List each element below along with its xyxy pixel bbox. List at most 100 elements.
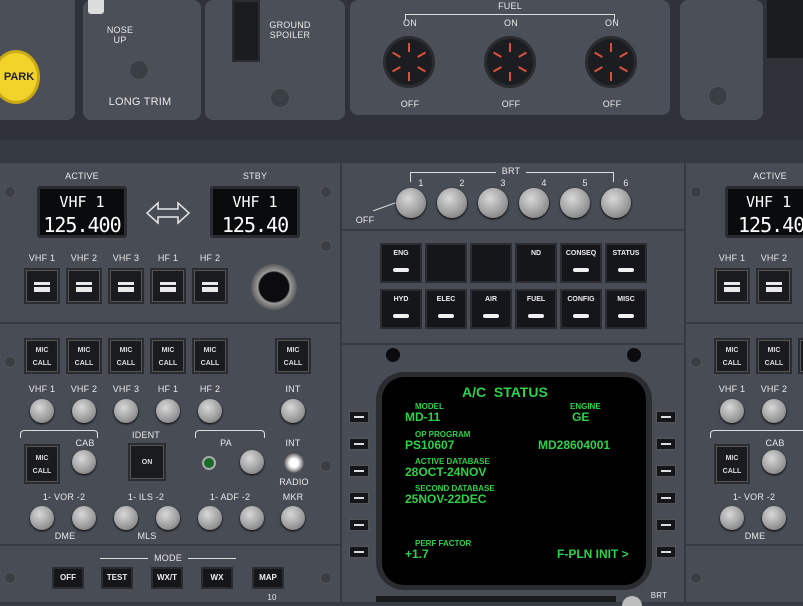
mode-map-button[interactable]: MAP — [252, 567, 284, 589]
right-vhf1-volume-knob[interactable] — [720, 399, 744, 423]
lsk-left-2[interactable] — [349, 438, 369, 450]
ecp-hyd-button[interactable]: HYD — [380, 289, 422, 329]
stby-frequency: 125.40 — [221, 213, 289, 237]
lsk-right-4[interactable] — [656, 492, 676, 504]
mic-call-hf2[interactable]: MIC CALL — [192, 338, 228, 374]
ecp-elec-button[interactable]: ELEC — [425, 289, 467, 329]
hf2-volume-knob[interactable] — [198, 399, 222, 423]
hf1-select-button[interactable] — [150, 268, 186, 304]
lsk-left-4[interactable] — [349, 492, 369, 504]
transfer-swap-icon[interactable] — [145, 200, 191, 226]
right-vhf2-volume-knob[interactable] — [762, 399, 786, 423]
ident-on-button[interactable]: ON — [128, 443, 166, 481]
ecp-conseq-button[interactable]: CONSEQ — [560, 243, 602, 283]
right-mic-call-vhf2[interactable]: MIC CALL — [756, 338, 792, 374]
brt-num-2: 2 — [459, 178, 465, 188]
vor1-volume-knob[interactable] — [30, 506, 54, 530]
mic-call-vhf2[interactable]: MIC CALL — [66, 338, 102, 374]
right-mic-call-vhf1[interactable]: MIC CALL — [714, 338, 750, 374]
fuel-on-3: ON — [605, 18, 619, 28]
perf-factor-value: +1.7 — [405, 547, 429, 561]
mcdu-hole-left — [386, 348, 400, 362]
fuel-knob-1[interactable] — [383, 36, 435, 88]
mode-off-button[interactable]: OFF — [52, 567, 84, 589]
lsk-right-2[interactable] — [656, 438, 676, 450]
vor2-volume-knob[interactable] — [72, 506, 96, 530]
spoiler-handle-slot[interactable] — [232, 0, 260, 62]
brt-knob-3[interactable] — [478, 188, 508, 218]
lsk-left-6[interactable] — [349, 546, 369, 558]
right-vor-label: 1- VOR -2 — [732, 492, 776, 502]
adf2-volume-knob[interactable] — [240, 506, 264, 530]
cab-volume-knob[interactable] — [72, 450, 96, 474]
top-right-slot — [767, 0, 803, 58]
pa-status-light — [202, 456, 216, 470]
pa-volume-knob[interactable] — [240, 450, 264, 474]
vhf2-select-button[interactable] — [66, 268, 102, 304]
ils2-volume-knob[interactable] — [156, 506, 180, 530]
adf1-volume-knob[interactable] — [198, 506, 222, 530]
brt-knob-2[interactable] — [437, 188, 467, 218]
radio-label: RADIO — [279, 477, 309, 487]
int-radio-toggle[interactable] — [284, 453, 304, 473]
hf1-volume-knob[interactable] — [156, 399, 180, 423]
ecp-nd-button[interactable]: ND — [515, 243, 557, 283]
vhf1-volume-knob[interactable] — [30, 399, 54, 423]
right-vhf1-select-button[interactable] — [714, 268, 750, 304]
mic-call-int[interactable]: MIC CALL — [275, 338, 311, 374]
fpln-init-prompt[interactable]: F-PLN INIT > — [557, 548, 629, 561]
right-mic-call-partial[interactable] — [798, 338, 803, 374]
mic-call-vhf1[interactable]: MIC CALL — [24, 338, 60, 374]
fuel-knob-2[interactable] — [484, 36, 536, 88]
vhf2-volume-knob[interactable] — [72, 399, 96, 423]
int-volume-knob[interactable] — [281, 399, 305, 423]
hf2-select-button[interactable] — [192, 268, 228, 304]
ecp-misc-button[interactable]: MISC — [605, 289, 647, 329]
mode-test-button[interactable]: TEST — [101, 567, 133, 589]
mic-call-cab[interactable]: MIC CALL — [24, 444, 60, 484]
ecp-blank-button-1[interactable] — [425, 243, 467, 283]
mkr-volume-knob[interactable] — [281, 506, 305, 530]
right-vor2-knob[interactable] — [762, 506, 786, 530]
right-mic-call-cab[interactable]: MIC CALL — [714, 444, 750, 484]
radio-tuning-knob[interactable] — [251, 264, 297, 310]
ecp-fuel-button[interactable]: FUEL — [515, 289, 557, 329]
ecp-status-button[interactable]: STATUS — [605, 243, 647, 283]
mic-call-vhf3[interactable]: MIC CALL — [108, 338, 144, 374]
ecp-blank-button-2[interactable] — [470, 243, 512, 283]
select-label-1: VHF 1 — [28, 253, 56, 263]
brt-knob-6[interactable] — [601, 188, 631, 218]
mode-wx-button[interactable]: WX — [201, 567, 233, 589]
mode-wxt-button[interactable]: WX/T — [151, 567, 183, 589]
vhf3-select-button[interactable] — [108, 268, 144, 304]
dme-label: DME — [54, 531, 76, 541]
ecp-config-button[interactable]: CONFIG — [560, 289, 602, 329]
lsk-right-1[interactable] — [656, 411, 676, 423]
lsk-right-3[interactable] — [656, 465, 676, 477]
active-frequency-display: VHF 1 125.400 — [37, 186, 127, 238]
fuel-knob-3[interactable] — [585, 36, 637, 88]
mic-call-hf1[interactable]: MIC CALL — [150, 338, 186, 374]
trim-screw — [129, 60, 149, 80]
vhf3-volume-knob[interactable] — [114, 399, 138, 423]
second-db-value: 25NOV-22DEC — [405, 492, 487, 506]
brt-num-4: 4 — [541, 178, 547, 188]
lsk-left-3[interactable] — [349, 465, 369, 477]
fuel-label: FUEL — [498, 1, 522, 11]
ecp-eng-button[interactable]: ENG — [380, 243, 422, 283]
brt-knob-4[interactable] — [519, 188, 549, 218]
brt-knob-1[interactable] — [396, 188, 426, 218]
lsk-right-6[interactable] — [656, 546, 676, 558]
right-cab-volume-knob[interactable] — [762, 450, 786, 474]
lsk-right-5[interactable] — [656, 519, 676, 531]
ils1-volume-knob[interactable] — [114, 506, 138, 530]
trim-switch[interactable] — [88, 0, 104, 14]
panel-screw — [4, 186, 16, 198]
brt-knob-5[interactable] — [560, 188, 590, 218]
lsk-left-1[interactable] — [349, 411, 369, 423]
ecp-air-button[interactable]: AIR — [470, 289, 512, 329]
right-vor1-knob[interactable] — [720, 506, 744, 530]
vhf1-select-button[interactable] — [24, 268, 60, 304]
right-vhf2-select-button[interactable] — [756, 268, 792, 304]
lsk-left-5[interactable] — [349, 519, 369, 531]
